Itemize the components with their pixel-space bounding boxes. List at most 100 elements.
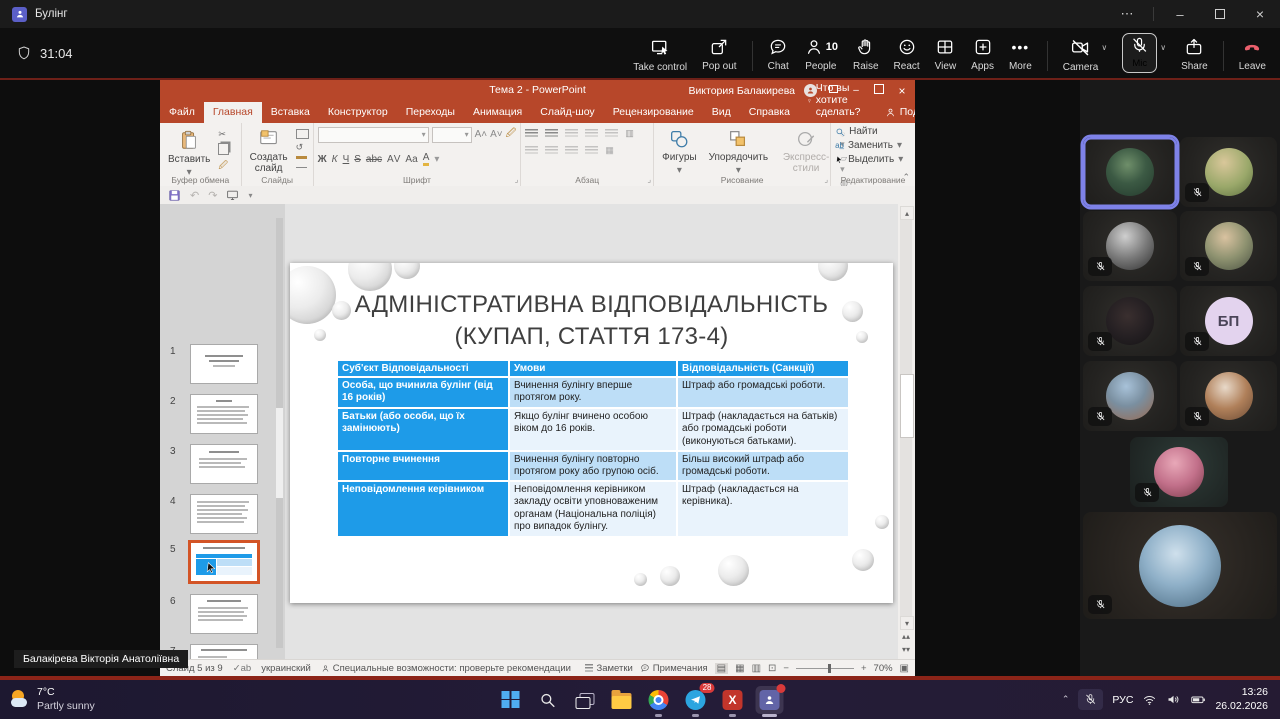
align-left-icon[interactable] — [525, 146, 538, 155]
ribbon-display-options-icon[interactable] — [826, 85, 840, 96]
slide-thumbnail-3[interactable] — [190, 444, 258, 484]
participant-tile[interactable] — [1083, 286, 1177, 356]
shrink-font-icon[interactable]: А˅ — [490, 129, 503, 140]
underline-button[interactable]: Ч — [343, 154, 350, 165]
slide-thumbnail-2[interactable] — [190, 394, 258, 434]
participant-tile-active-speaker[interactable] — [1083, 137, 1177, 207]
pop-out-button[interactable]: Pop out — [702, 33, 736, 72]
format-painter-icon[interactable]: 🖉 — [218, 158, 229, 174]
slide-thumbnail-6[interactable] — [190, 594, 258, 634]
redo-icon[interactable]: ↷ — [208, 189, 217, 202]
quick-styles-button[interactable]: Экспресс-стили — [776, 126, 836, 176]
font-size-combo[interactable]: ▾ — [432, 127, 472, 143]
new-slide-button[interactable]: Создать слайд — [246, 126, 292, 176]
arrange-button[interactable]: Упорядочить▾ — [705, 126, 773, 178]
take-control-button[interactable]: Take control — [633, 33, 687, 73]
bold-button[interactable]: Ж — [318, 154, 327, 165]
shapes-button[interactable]: Фигуры▾ — [658, 126, 700, 178]
abc-button[interactable]: abc — [366, 154, 382, 165]
cut-icon[interactable]: ✂ — [218, 129, 229, 140]
clear-format-icon[interactable]: 🖉 — [506, 126, 517, 143]
tab-home[interactable]: Главная — [204, 102, 262, 123]
more-button[interactable]: ••• More — [1009, 33, 1032, 72]
drawing-dialog-launcher-icon[interactable]: ⌟ — [824, 175, 828, 184]
spellcheck-icon[interactable]: ✓ab — [233, 663, 252, 674]
columns-icon[interactable]: ▦ — [605, 145, 614, 156]
task-view-button[interactable] — [571, 686, 599, 714]
camera-options-chevron-icon[interactable]: ∨ — [1101, 43, 1107, 52]
zoom-level[interactable]: 70% — [874, 663, 893, 674]
grow-font-icon[interactable]: А˄ — [475, 129, 488, 140]
slide-table[interactable]: Суб'єкт Відповідальності Умови Відповіда… — [337, 360, 849, 537]
char-spacing-button[interactable]: АV — [387, 154, 400, 165]
indent-increase-icon[interactable] — [585, 129, 598, 138]
slide-sorter-view-icon[interactable]: ▦ — [735, 663, 744, 674]
ppt-close-button[interactable]: × — [895, 84, 909, 98]
font-dialog-launcher-icon[interactable]: ⌟ — [515, 175, 519, 184]
camera-button[interactable]: Camera — [1063, 33, 1099, 73]
editor-scrollbar[interactable]: ▴ ▾ ▴▴ ▾▾ — [898, 204, 915, 659]
ppt-restore-button[interactable] — [872, 84, 886, 97]
layout-icon[interactable] — [296, 129, 309, 139]
strikethrough-button[interactable]: S — [354, 154, 361, 165]
align-right-icon[interactable] — [565, 146, 578, 155]
text-direction-icon[interactable]: ▥ — [625, 128, 634, 139]
clock[interactable]: 13:26 26.02.2026 — [1215, 686, 1268, 713]
normal-view-icon[interactable]: ▤ — [715, 663, 728, 674]
slide-thumbnail-5-selected[interactable] — [190, 542, 258, 582]
ppt-minimize-button[interactable]: – — [849, 85, 863, 96]
account-avatar[interactable] — [804, 84, 817, 97]
close-button[interactable]: × — [1240, 0, 1280, 28]
zoom-slider[interactable] — [796, 668, 854, 669]
react-button[interactable]: React — [894, 33, 920, 72]
mic-options-chevron-icon[interactable]: ∨ — [1160, 43, 1166, 52]
tab-animations[interactable]: Анимация — [464, 102, 531, 123]
teams-app-button[interactable] — [756, 686, 784, 714]
collapse-ribbon-icon[interactable]: ⌃ — [902, 172, 910, 183]
participant-tile[interactable] — [1180, 361, 1277, 431]
slide-title[interactable]: АДМІНІСТРАТИВНА ВІДПОВІДАЛЬНІСТЬ (КУПАП,… — [330, 289, 853, 352]
tab-file[interactable]: Файл — [160, 102, 204, 123]
file-explorer-button[interactable] — [608, 686, 636, 714]
weather-widget[interactable]: 7°C Partly sunny — [10, 686, 95, 712]
reset-icon[interactable]: ↺ — [296, 142, 309, 153]
tab-view[interactable]: Вид — [703, 102, 740, 123]
thumbnail-scrollbar[interactable] — [276, 218, 283, 648]
tray-mic-muted-icon[interactable] — [1078, 689, 1103, 710]
scroll-down-icon[interactable]: ▾ — [900, 616, 914, 630]
minimize-button[interactable]: – — [1160, 0, 1200, 28]
notes-button[interactable]: Заметки — [585, 663, 632, 674]
next-slide-icon[interactable]: ▾▾ — [900, 643, 912, 655]
paragraph-dialog-launcher-icon[interactable]: ⌟ — [647, 175, 651, 184]
font-name-combo[interactable]: ▾ — [318, 127, 429, 143]
align-center-icon[interactable] — [545, 146, 558, 155]
taskbar-search-button[interactable] — [534, 686, 562, 714]
reading-view-icon[interactable]: ▥ — [752, 663, 761, 674]
select-button[interactable]: Выделить▾ — [835, 154, 903, 165]
participant-tile[interactable] — [1083, 361, 1177, 431]
tray-chevron-icon[interactable]: ⌃ — [1062, 694, 1070, 705]
font-color-button[interactable]: А — [423, 152, 430, 166]
tab-slideshow[interactable]: Слайд-шоу — [531, 102, 603, 123]
line-spacing-icon[interactable] — [605, 129, 618, 138]
slide-thumbnail-4[interactable] — [190, 494, 258, 534]
participant-tile-wide[interactable] — [1083, 512, 1277, 619]
participant-tile-initials[interactable]: БП — [1180, 286, 1277, 356]
titlebar-more-icon[interactable]: ⋯ — [1107, 0, 1147, 28]
copy-icon[interactable] — [218, 143, 229, 155]
numbering-icon[interactable] — [545, 129, 558, 138]
start-button[interactable] — [497, 686, 525, 714]
chat-button[interactable]: Chat — [768, 33, 789, 72]
zoom-in-icon[interactable]: + — [861, 663, 867, 674]
scroll-up-icon[interactable]: ▴ — [900, 206, 914, 220]
section-icon[interactable] — [296, 156, 307, 168]
leave-button[interactable]: Leave — [1239, 33, 1266, 72]
comments-button[interactable]: Примечания — [640, 663, 708, 674]
apps-button[interactable]: Apps — [971, 33, 994, 72]
fit-to-window-icon[interactable]: ▣ — [900, 663, 909, 674]
paste-button[interactable]: Вставить▾ — [164, 126, 214, 180]
start-slideshow-icon[interactable] — [226, 189, 239, 202]
ppt-share-button[interactable]: Поделиться — [875, 102, 915, 123]
bullets-icon[interactable] — [525, 129, 538, 138]
zoom-out-icon[interactable]: − — [783, 663, 789, 674]
